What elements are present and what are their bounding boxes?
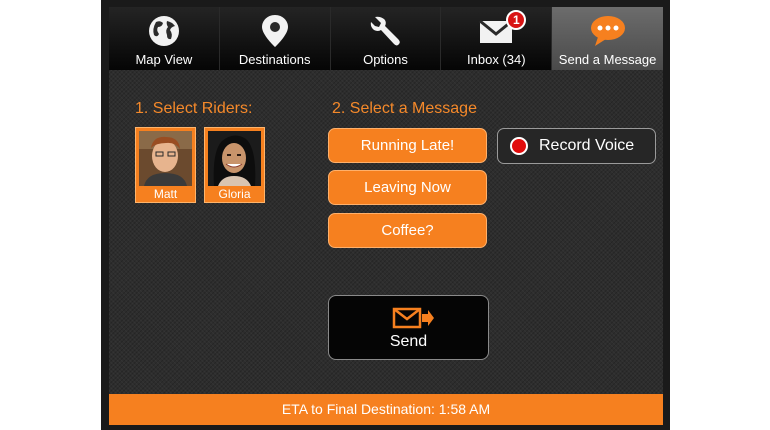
select-riders-heading: 1. Select Riders: (135, 100, 253, 117)
inbox-badge: 1 (506, 10, 527, 30)
tab-inbox[interactable]: 1 Inbox (34) (441, 7, 553, 70)
tab-label: Inbox (34) (467, 52, 526, 67)
tab-options[interactable]: Options (330, 7, 442, 70)
tab-label: Destinations (238, 52, 311, 67)
map-pin-icon (261, 15, 288, 47)
send-envelope-icon (392, 307, 434, 329)
record-dot-icon (510, 137, 528, 155)
wrench-icon (371, 16, 401, 46)
rider-name: Matt (153, 187, 178, 201)
send-label: Send (389, 333, 428, 350)
device-frame: Map View Destinations Options 1 Inbox (3… (101, 0, 670, 430)
tab-bar: Map View Destinations Options 1 Inbox (3… (109, 7, 663, 70)
tab-map-view[interactable]: Map View (109, 7, 220, 70)
record-voice-button[interactable]: Record Voice (497, 128, 656, 164)
rider-matt[interactable]: Matt (135, 127, 196, 203)
record-voice-label: Record Voice (539, 137, 635, 154)
select-message-heading: 2. Select a Message (332, 100, 477, 117)
rider-name: Gloria (218, 187, 251, 201)
app-screen: Map View Destinations Options 1 Inbox (3… (109, 7, 663, 425)
chat-bubble-icon (590, 16, 625, 46)
rider-photo-matt (139, 131, 192, 186)
tab-label: Options (363, 52, 408, 67)
tab-label: Send a Message (558, 52, 657, 67)
tab-send-a-message[interactable]: Send a Message (552, 7, 663, 70)
message-running-late-button[interactable]: Running Late! (328, 128, 487, 163)
tab-destinations[interactable]: Destinations (219, 7, 331, 70)
send-button[interactable]: Send (328, 295, 489, 360)
tab-label: Map View (135, 52, 193, 67)
message-coffee-button[interactable]: Coffee? (328, 213, 487, 248)
globe-icon (148, 16, 179, 46)
eta-status-bar: ETA to Final Destination: 1:58 AM (109, 394, 663, 425)
rider-gloria[interactable]: Gloria (204, 127, 265, 203)
rider-photo-gloria (208, 131, 261, 186)
message-leaving-now-button[interactable]: Leaving Now (328, 170, 487, 205)
